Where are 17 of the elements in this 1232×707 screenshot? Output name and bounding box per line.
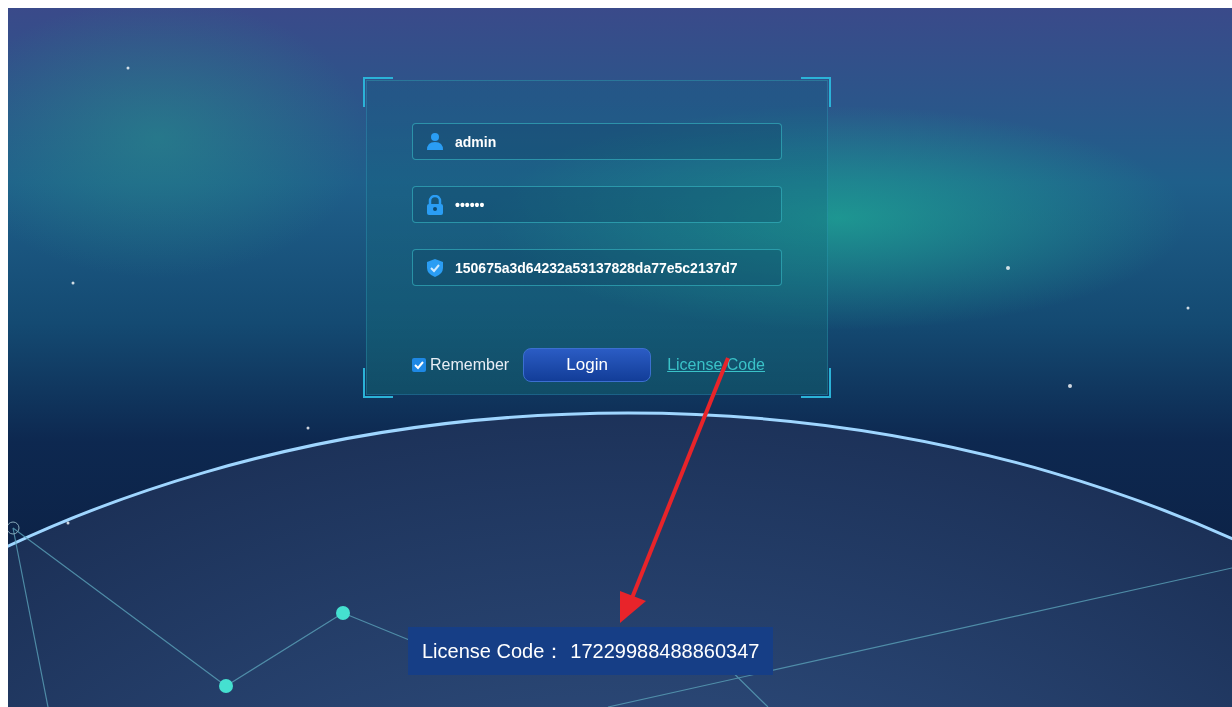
input-field[interactable]: 150675a3d64232a53137828da77e5c2137d7 xyxy=(412,249,782,286)
login-button[interactable]: Login xyxy=(523,348,652,382)
corner-bracket xyxy=(363,77,393,107)
lock-icon xyxy=(426,195,444,215)
corner-bracket xyxy=(801,77,831,107)
remember-checkbox[interactable] xyxy=(412,358,426,372)
license-code-link[interactable]: License Code xyxy=(667,353,765,377)
shield-check-icon xyxy=(426,258,444,278)
license-code-label: License Code： xyxy=(422,639,565,664)
network-node xyxy=(336,606,350,620)
network-node xyxy=(219,679,233,693)
network-node xyxy=(8,521,20,535)
user-icon xyxy=(426,132,444,150)
corner-bracket xyxy=(363,368,393,398)
corner-bracket xyxy=(801,368,831,398)
remember-label: Remember xyxy=(430,355,510,375)
license-code-value: 17229988488860347 xyxy=(570,639,760,664)
